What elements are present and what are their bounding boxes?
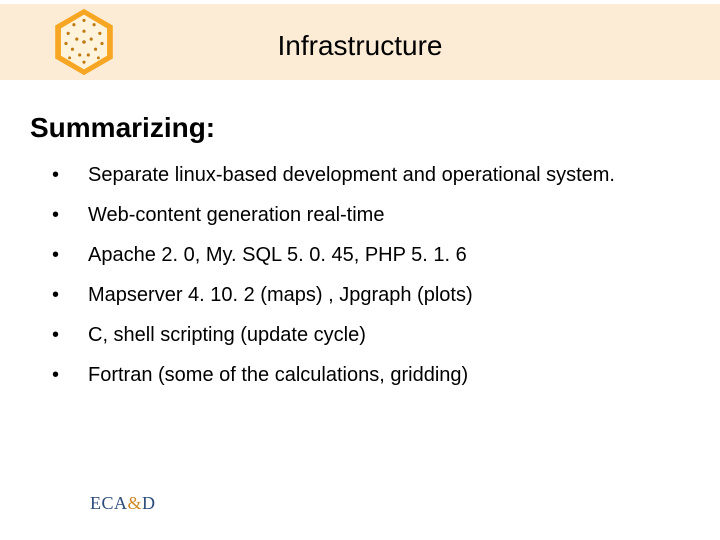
bullet-icon: •	[48, 282, 88, 308]
bullet-icon: •	[48, 322, 88, 348]
bullet-text: Mapserver 4. 10. 2 (maps) , Jpgraph (plo…	[88, 282, 473, 308]
list-item: • C, shell scripting (update cycle)	[48, 322, 648, 348]
slide: Infrastructure Summarizing: • Separate l…	[0, 0, 720, 540]
bullet-icon: •	[48, 362, 88, 388]
slide-title: Infrastructure	[0, 30, 720, 62]
bullet-text: Separate linux-based development and ope…	[88, 162, 615, 188]
section-heading: Summarizing:	[30, 112, 215, 144]
header-band: Infrastructure	[0, 4, 720, 80]
footer-logo: ECA&D	[90, 493, 156, 514]
list-item: • Fortran (some of the calculations, gri…	[48, 362, 648, 388]
footer-logo-d: D	[142, 493, 156, 513]
bullet-icon: •	[48, 202, 88, 228]
footer-logo-eca: ECA	[90, 493, 128, 513]
bullet-icon: •	[48, 242, 88, 268]
bullet-list: • Separate linux-based development and o…	[48, 162, 648, 402]
bullet-text: Fortran (some of the calculations, gridd…	[88, 362, 468, 388]
list-item: • Mapserver 4. 10. 2 (maps) , Jpgraph (p…	[48, 282, 648, 308]
list-item: • Separate linux-based development and o…	[48, 162, 648, 188]
bullet-text: C, shell scripting (update cycle)	[88, 322, 366, 348]
list-item: • Apache 2. 0, My. SQL 5. 0. 45, PHP 5. …	[48, 242, 648, 268]
bullet-icon: •	[48, 162, 88, 188]
bullet-text: Apache 2. 0, My. SQL 5. 0. 45, PHP 5. 1.…	[88, 242, 467, 268]
bullet-text: Web-content generation real-time	[88, 202, 384, 228]
list-item: • Web-content generation real-time	[48, 202, 648, 228]
footer-logo-amp: &	[128, 493, 143, 513]
